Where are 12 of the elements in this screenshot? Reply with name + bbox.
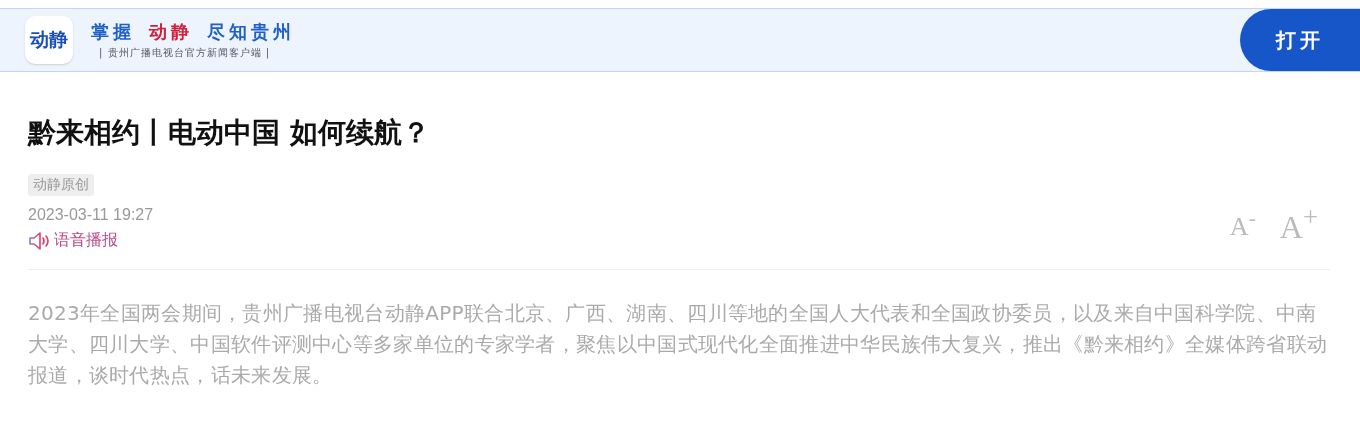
speaker-icon[interactable] <box>28 230 52 251</box>
app-logo: 动静 <box>25 16 73 64</box>
slogan-text: 掌握 <box>91 20 135 44</box>
source-tag: 动静原创 <box>28 174 94 196</box>
article-title: 黔来相约丨电动中国 如何续航？ <box>28 115 431 151</box>
open-app-button[interactable]: 打开 <box>1240 9 1360 71</box>
publish-date: 2023-03-11 19:27 <box>28 206 154 224</box>
banner-subtitle: | 贵州广播电视台官方新闻客户端 | <box>99 46 272 60</box>
article-paragraph: 2023年全国两会期间，贵州广播电视台动静APP联合北京、广西、湖南、四川等地的全国人大代表和全国政协委员，以及来自中国科学院、中南大学、四川大学、中国软件评测中心等多家单位的专家学者，聚焦以中国式现代化全面推进中华民族伟大复兴，推出《黔来相约》全媒体跨省联动报道，谈时代热点，话未来发展。 <box>28 300 1329 389</box>
slogan-text: 动静 <box>149 20 193 44</box>
slogan-text: 尽知贵州 <box>207 20 295 44</box>
audio-play-link[interactable]: 语音播报 <box>54 230 118 251</box>
